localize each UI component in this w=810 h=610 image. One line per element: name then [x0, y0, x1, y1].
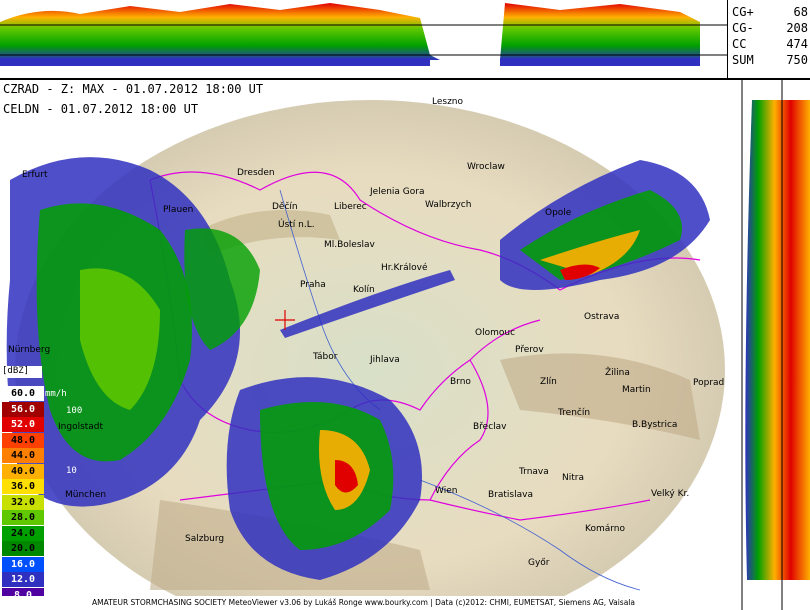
city-dresden: Dresden — [237, 168, 275, 178]
city-jelenia-gora: Jelenia Gora — [370, 187, 425, 197]
city-b-bystrica: B.Bystrica — [632, 420, 678, 430]
legend-mm-10: 10 — [66, 466, 77, 476]
city-bratislava: Bratislava — [488, 490, 533, 500]
radar-map[interactable]: CZRAD - Z: MAX - 01.07.2012 18:00 UT CEL… — [0, 80, 727, 610]
city-munchen: München — [65, 490, 107, 500]
legend-level: 56.0 — [2, 401, 44, 417]
city-usti: Ústí n.L. — [278, 220, 315, 230]
legend-level: 44.0 — [2, 448, 44, 463]
stat-cg-minus: CG- 208 — [732, 21, 808, 35]
stat-cg-plus: CG+ 68 — [732, 5, 808, 19]
city-walbrzych: Walbrzych — [425, 200, 472, 210]
legend-mm-1: 1 — [70, 526, 76, 536]
side-cross-section — [727, 80, 810, 610]
lightning-stats-panel: CG+ 68 CG- 208 CC 474 SUM 750 — [727, 0, 810, 78]
city-plauen: Plauen — [163, 205, 194, 215]
city-hr-kralove: Hr.Králové — [381, 263, 428, 273]
city-zlin: Zlín — [540, 377, 557, 387]
legend-level: 28.0 — [2, 510, 44, 525]
city-jihlava: Jihlava — [370, 355, 400, 365]
city-nitra: Nitra — [562, 473, 584, 483]
city-liberec: Liberec — [334, 202, 367, 212]
city-trnava: Trnava — [519, 467, 549, 477]
city-erfurt: Erfurt — [22, 170, 48, 180]
legend-level: 52.0 — [2, 417, 44, 432]
top-cross-section — [0, 0, 727, 78]
city-velky-kr: Velký Kr. — [651, 489, 690, 499]
city-gyor: Győr — [528, 558, 550, 568]
city-nurnberg: Nürnberg — [8, 345, 51, 355]
city-wroclaw: Wroclaw — [467, 162, 505, 172]
legend-mm-100: 100 — [66, 406, 83, 416]
legend-mm-unit: mm/h — [45, 389, 67, 399]
title-lightning: CELDN - 01.07.2012 18:00 UT — [3, 102, 199, 116]
legend-level: 48.0 — [2, 432, 44, 448]
city-zilina: Žilina — [605, 368, 630, 378]
legend-level: 36.0 — [2, 479, 44, 494]
legend-level: 20.0 — [2, 541, 44, 556]
city-trencin: Trenčín — [558, 408, 591, 418]
city-wien: Wien — [435, 486, 458, 496]
city-ostrava: Ostrava — [584, 312, 620, 322]
legend-level: 60.0 — [2, 386, 44, 401]
legend-level: 16.0 — [2, 556, 44, 572]
city-ml-boleslav: Ml.Boleslav — [324, 240, 375, 250]
city-prerov: Přerov — [515, 345, 544, 355]
legend-mm-01: 0.1 — [60, 586, 77, 596]
city-ingolstadt: Ingolstadt — [58, 422, 104, 432]
title-radar: CZRAD - Z: MAX - 01.07.2012 18:00 UT — [3, 82, 264, 96]
city-breclav: Břeclav — [473, 422, 507, 432]
legend-level: 40.0 — [2, 463, 44, 479]
city-salzburg: Salzburg — [185, 534, 225, 544]
city-kolin: Kolín — [353, 285, 375, 295]
legend-unit: [dBZ] — [2, 366, 42, 378]
legend-level: 32.0 — [2, 494, 44, 510]
city-leszno: Leszno — [432, 97, 464, 107]
stat-cc: CC 474 — [732, 37, 808, 51]
legend-level: 12.0 — [2, 572, 44, 587]
city-brno: Brno — [450, 377, 471, 387]
city-komarno: Komárno — [585, 524, 625, 534]
legend-level: 24.0 — [2, 525, 44, 541]
radar-viewer: { "stats": [ {"label":"CG+","value":"68"… — [0, 0, 810, 610]
city-tabor: Tábor — [313, 352, 338, 362]
footer-credits: AMATEUR STORMCHASING SOCIETY MeteoViewer… — [0, 596, 727, 610]
city-praha: Praha — [300, 280, 326, 290]
stat-sum: SUM 750 — [732, 53, 808, 67]
city-martin: Martin — [622, 385, 651, 395]
city-opole: Opole — [545, 208, 572, 218]
city-poprad: Poprad — [693, 378, 725, 388]
city-olomouc: Olomouc — [475, 328, 516, 338]
city-decin: Děčín — [272, 202, 298, 212]
